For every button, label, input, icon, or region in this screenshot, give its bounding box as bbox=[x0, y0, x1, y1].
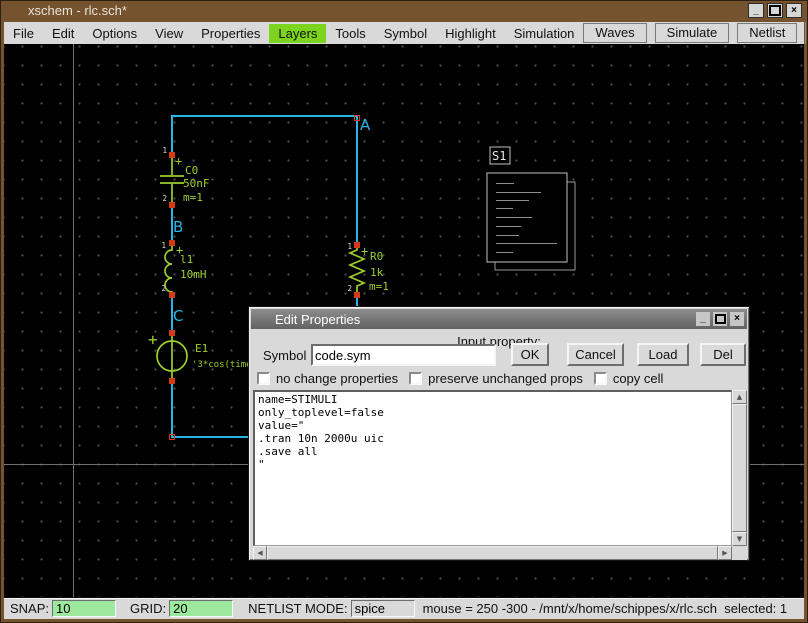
netlist-mode-label: NETLIST MODE: bbox=[248, 601, 347, 616]
capacitor-value: 50nF bbox=[183, 177, 210, 190]
netlist-mode-input[interactable] bbox=[351, 600, 415, 617]
inductor-pin1-number: 1 bbox=[161, 241, 166, 250]
property-text-area[interactable]: name=STIMULI only_toplevel=false value="… bbox=[253, 390, 732, 546]
menu-symbol[interactable]: Symbol bbox=[375, 24, 436, 43]
capacitor-name: C0 bbox=[185, 164, 198, 177]
scroll-down-icon[interactable]: ▼ bbox=[732, 532, 747, 546]
grid-input[interactable] bbox=[169, 600, 233, 617]
scroll-left-icon[interactable]: ◀ bbox=[253, 546, 267, 560]
property-text-area-wrap: name=STIMULI only_toplevel=false value="… bbox=[253, 390, 747, 560]
copy-cell-label: copy cell bbox=[613, 371, 664, 386]
snap-input[interactable] bbox=[52, 600, 116, 617]
source-pin2-terminal bbox=[169, 378, 175, 384]
code-symbol-name: S1 bbox=[492, 149, 506, 163]
source-name: E1 bbox=[195, 342, 208, 355]
snap-label: SNAP: bbox=[10, 601, 49, 616]
capacitor-symbol[interactable]: 1 2 + C0 50nF m=1 bbox=[160, 146, 210, 208]
capacitor-mult: m=1 bbox=[183, 191, 203, 204]
resistor-value: 1k bbox=[370, 266, 384, 279]
inductor-symbol[interactable]: 1 2 + l1 10mH bbox=[161, 240, 206, 298]
source-plus-mark: + bbox=[148, 330, 158, 349]
no-change-properties-checkbox[interactable] bbox=[257, 372, 270, 385]
capacitor-pin1-number: 1 bbox=[162, 146, 167, 155]
inductor-pin2-number: 2 bbox=[161, 284, 166, 293]
menu-edit[interactable]: Edit bbox=[43, 24, 83, 43]
xschem-window: xschem - rlc.sch* _ × File Edit Options … bbox=[0, 0, 808, 623]
menu-simulation[interactable]: Simulation bbox=[505, 24, 584, 43]
dialog-controls: _ × bbox=[696, 312, 744, 326]
mouse-status-text: mouse = 250 -300 - /mnt/x/home/schippes/… bbox=[423, 601, 788, 616]
dialog-close-icon[interactable]: × bbox=[730, 312, 744, 326]
source-pin1-terminal bbox=[169, 330, 175, 336]
capacitor-plus-mark: + bbox=[175, 154, 182, 168]
inductor-name: l1 bbox=[180, 253, 193, 266]
del-button[interactable]: Del bbox=[700, 343, 746, 366]
resistor-symbol[interactable]: 1 2 + R0 1k m=1 bbox=[347, 242, 388, 298]
dialog-title: Edit Properties bbox=[275, 312, 360, 327]
resistor-pin2-number: 2 bbox=[347, 284, 352, 293]
scroll-up-icon[interactable]: ▲ bbox=[732, 390, 747, 404]
resistor-plus-mark: + bbox=[361, 244, 368, 258]
resistor-pin1-number: 1 bbox=[347, 242, 352, 251]
menu-properties[interactable]: Properties bbox=[192, 24, 269, 43]
statusbar: SNAP: GRID: NETLIST MODE: mouse = 250 -3… bbox=[4, 597, 804, 619]
waves-button[interactable]: Waves bbox=[583, 23, 646, 43]
menu-file[interactable]: File bbox=[4, 24, 43, 43]
dialog-minimize-icon[interactable]: _ bbox=[696, 312, 710, 326]
inductor-value: 10mH bbox=[180, 268, 207, 281]
vertical-scrollbar[interactable]: ▲ ▼ bbox=[732, 390, 747, 546]
menubar: File Edit Options View Properties Layers… bbox=[4, 22, 804, 44]
menubar-right: Waves Simulate Netlist Help bbox=[583, 22, 808, 44]
node-label-a[interactable]: A bbox=[360, 116, 371, 134]
vertical-scroll-thumb[interactable] bbox=[732, 404, 747, 532]
edit-properties-dialog: Edit Properties _ × Input property: Symb… bbox=[248, 306, 750, 561]
dialog-maximize-glyph bbox=[715, 314, 726, 324]
window-controls: _ × bbox=[748, 3, 802, 18]
node-label-b[interactable]: B bbox=[173, 218, 183, 236]
maximize-glyph bbox=[769, 5, 781, 16]
grid-label: GRID: bbox=[130, 601, 166, 616]
resistor-pin2-terminal bbox=[354, 292, 360, 298]
dialog-checkbox-row: no change properties preserve unchanged … bbox=[257, 371, 674, 386]
simulate-button[interactable]: Simulate bbox=[655, 23, 730, 43]
window-title: xschem - rlc.sch* bbox=[28, 3, 127, 18]
menu-layers[interactable]: Layers bbox=[269, 24, 326, 43]
netlist-button[interactable]: Netlist bbox=[737, 23, 797, 43]
dialog-maximize-icon[interactable] bbox=[713, 312, 727, 326]
load-button[interactable]: Load bbox=[637, 343, 689, 366]
symbol-label: Symbol bbox=[263, 348, 306, 363]
scrollbar-corner bbox=[732, 546, 747, 560]
dialog-titlebar[interactable]: Edit Properties _ × bbox=[251, 309, 747, 329]
resistor-pin1-terminal bbox=[354, 242, 360, 248]
capacitor-pin2-number: 2 bbox=[162, 194, 167, 203]
menu-tools[interactable]: Tools bbox=[326, 24, 374, 43]
preserve-unchanged-props-label: preserve unchanged props bbox=[428, 371, 583, 386]
preserve-unchanged-props-checkbox[interactable] bbox=[409, 372, 422, 385]
horizontal-scrollbar[interactable]: ◀ ▶ bbox=[253, 546, 732, 560]
node-label-c[interactable]: C bbox=[173, 307, 183, 325]
copy-cell-checkbox[interactable] bbox=[594, 372, 607, 385]
scroll-right-icon[interactable]: ▶ bbox=[718, 546, 732, 560]
capacitor-pin2-terminal bbox=[169, 202, 175, 208]
menu-view[interactable]: View bbox=[146, 24, 192, 43]
menu-highlight[interactable]: Highlight bbox=[436, 24, 505, 43]
close-icon[interactable]: × bbox=[786, 3, 802, 18]
inductor-pin2-terminal bbox=[169, 292, 175, 298]
maximize-icon[interactable] bbox=[767, 3, 783, 18]
code-symbol[interactable]: S1 bbox=[487, 147, 575, 270]
no-change-properties-label: no change properties bbox=[276, 371, 398, 386]
minimize-icon[interactable]: _ bbox=[748, 3, 764, 18]
menu-options[interactable]: Options bbox=[83, 24, 146, 43]
symbol-input[interactable] bbox=[311, 344, 496, 366]
inductor-pin1-terminal bbox=[169, 240, 175, 246]
cancel-button[interactable]: Cancel bbox=[567, 343, 624, 366]
resistor-name: R0 bbox=[370, 250, 383, 263]
resistor-mult: m=1 bbox=[369, 280, 389, 293]
ok-button[interactable]: OK bbox=[511, 343, 549, 366]
window-titlebar[interactable]: xschem - rlc.sch* _ × bbox=[0, 0, 808, 22]
horizontal-scroll-thumb[interactable] bbox=[267, 546, 718, 560]
